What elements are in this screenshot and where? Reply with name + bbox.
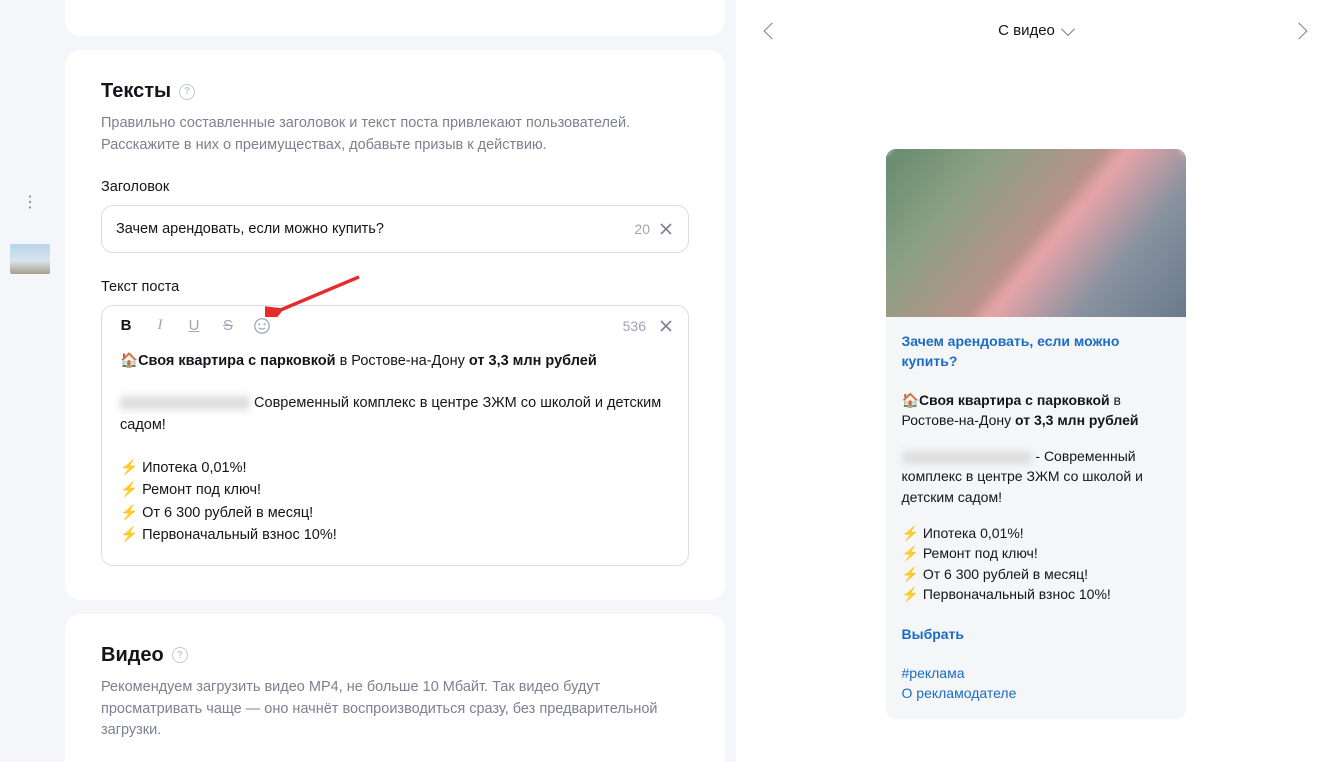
- post-text-editor: B I U S 536 🏠Своя квартира с парковкой в…: [101, 305, 689, 566]
- main-column: Тексты ? Правильно составленные заголово…: [65, 0, 725, 762]
- preview-heading[interactable]: Зачем арендовать, если можно купить?: [902, 331, 1170, 372]
- post-bullets: ⚡ Ипотека 0,01%! ⚡ Ремонт под ключ! ⚡ От…: [120, 457, 670, 547]
- preview-card-wrapper: Зачем арендовать, если можно купить? 🏠Св…: [736, 49, 1335, 719]
- clear-headline-icon[interactable]: [658, 221, 674, 237]
- editor-toolbar: B I U S 536: [102, 306, 688, 336]
- preview-text-1: 🏠Своя квартира с парковкой в Ростове-на-…: [902, 390, 1170, 431]
- preview-about-advertiser[interactable]: О рекламодателе: [902, 683, 1170, 703]
- emoji-button[interactable]: [252, 316, 272, 336]
- section-title-text: Тексты: [101, 80, 171, 103]
- texts-section-card: Тексты ? Правильно составленные заголово…: [65, 50, 725, 600]
- post-bold-1: Своя квартира с парковкой: [138, 353, 335, 369]
- house-emoji: 🏠: [120, 353, 138, 369]
- help-icon[interactable]: ?: [179, 84, 195, 100]
- post-text-body[interactable]: 🏠Своя квартира с парковкой в Ростове-на-…: [102, 336, 688, 565]
- video-title-text: Видео: [101, 644, 164, 667]
- preview-action-link[interactable]: Выбрать: [902, 624, 1170, 644]
- texts-section-description: Правильно составленные заголовок и текст…: [101, 113, 689, 157]
- post-line-2: Современный комплекс в центре ЗЖМ со шко…: [120, 392, 670, 437]
- prev-card-edge: [65, 0, 725, 36]
- redacted-text: [902, 451, 1032, 464]
- headline-label: Заголовок: [101, 179, 689, 195]
- headline-char-count: 20: [634, 221, 650, 237]
- post-text-label: Текст поста: [101, 279, 689, 295]
- left-rail: ⋮: [0, 0, 60, 762]
- preview-bold-2: от 3,3 млн рублей: [1015, 412, 1138, 428]
- house-emoji: 🏠: [902, 392, 919, 408]
- headline-input[interactable]: [116, 221, 634, 237]
- post-mid-1: в Ростове-на-Дону: [336, 353, 469, 369]
- texts-section-title: Тексты ?: [101, 80, 689, 103]
- preview-bullets: ⚡ Ипотека 0,01%! ⚡ Ремонт под ключ! ⚡ От…: [902, 523, 1170, 604]
- preview-body: Зачем арендовать, если можно купить? 🏠Св…: [886, 317, 1186, 719]
- preview-prev-button[interactable]: [764, 22, 781, 39]
- preview-card: Зачем арендовать, если можно купить? 🏠Св…: [886, 149, 1186, 719]
- video-section-card: Видео ? Рекомендуем загрузить видео MP4,…: [65, 614, 725, 762]
- strike-button[interactable]: S: [218, 316, 238, 336]
- italic-button[interactable]: I: [150, 316, 170, 336]
- post-bold-2: от 3,3 млн рублей: [469, 353, 597, 369]
- chevron-down-icon: [1061, 21, 1075, 35]
- media-thumbnail[interactable]: [10, 244, 50, 274]
- post-line-1: 🏠Своя квартира с парковкой в Ростове-на-…: [120, 350, 670, 372]
- post-char-count: 536: [623, 318, 646, 334]
- help-icon[interactable]: ?: [172, 647, 188, 663]
- preview-bold-1: Своя квартира с парковкой: [919, 392, 1110, 408]
- preview-image: [886, 149, 1186, 317]
- redacted-text: [120, 396, 250, 410]
- more-menu-button[interactable]: ⋮: [18, 190, 42, 214]
- headline-input-wrapper: 20: [101, 205, 689, 253]
- video-section-description: Рекомендуем загрузить видео MP4, не боль…: [101, 677, 689, 742]
- clear-post-icon[interactable]: [658, 318, 674, 334]
- bold-button[interactable]: B: [116, 316, 136, 336]
- preview-text-2: - Современный комплекс в центре ЗЖМ со ш…: [902, 446, 1170, 507]
- preview-type-label: С видео: [998, 22, 1055, 39]
- preview-next-button[interactable]: [1290, 22, 1307, 39]
- preview-selector: С видео: [736, 0, 1335, 49]
- video-section-title: Видео ?: [101, 644, 689, 667]
- underline-button[interactable]: U: [184, 316, 204, 336]
- preview-column: С видео Зачем арендовать, если можно куп…: [736, 0, 1335, 762]
- preview-type-dropdown[interactable]: С видео: [998, 22, 1073, 39]
- preview-hashtag[interactable]: #реклама: [902, 663, 1170, 683]
